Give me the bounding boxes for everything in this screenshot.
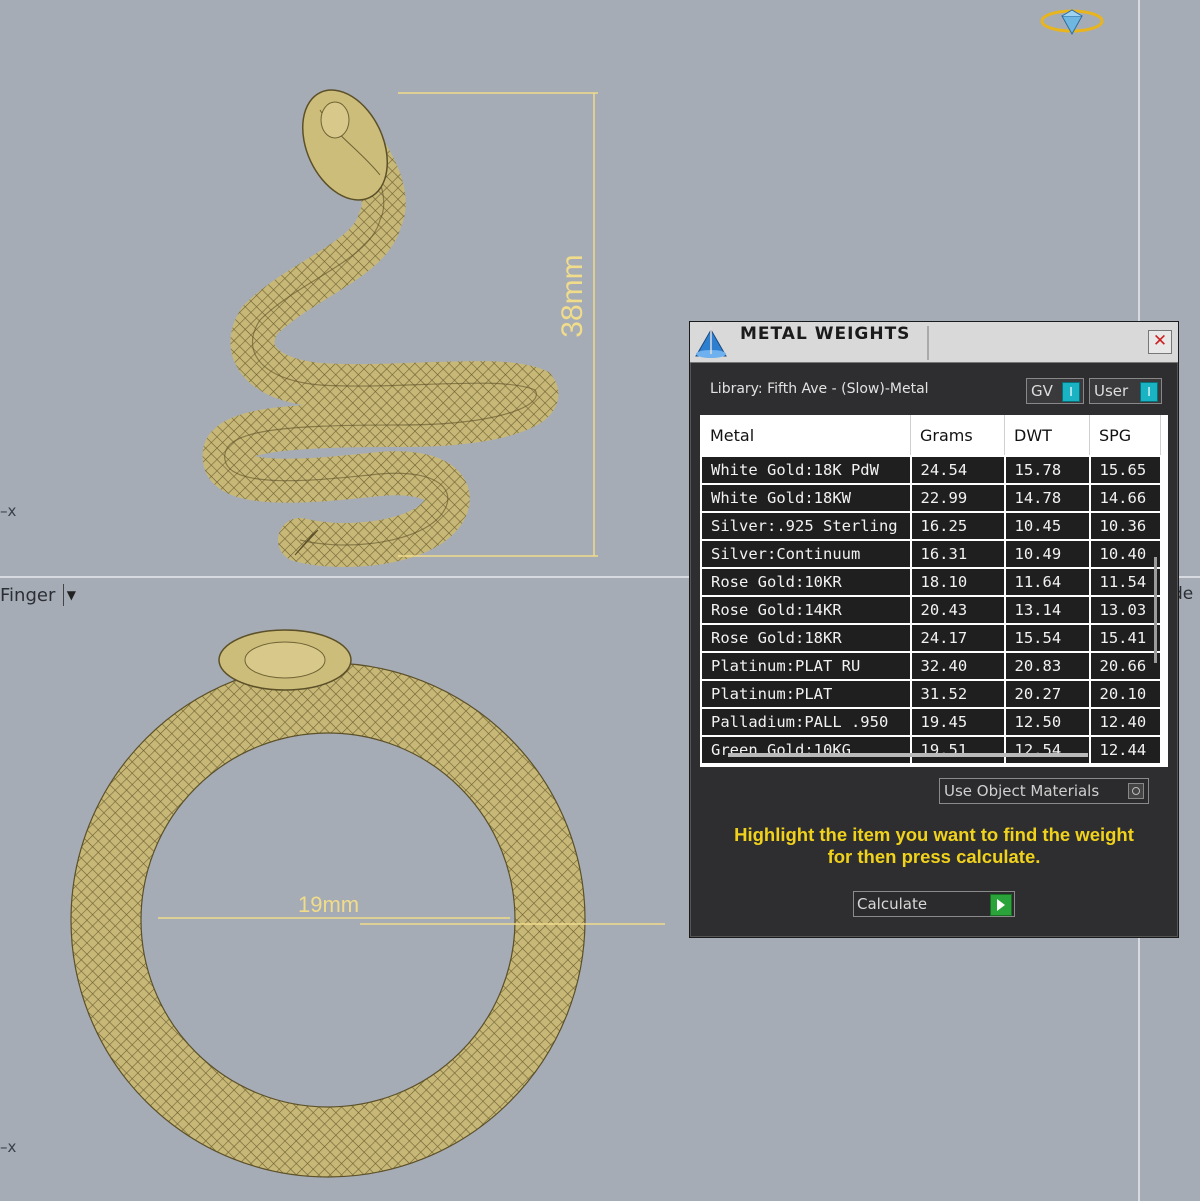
dwt-cell[interactable]: 12.50 bbox=[1003, 707, 1091, 737]
diameter-dimension-label: 19mm bbox=[298, 892, 360, 917]
metal-cell[interactable]: White Gold:18KW bbox=[700, 483, 912, 513]
title-separator bbox=[927, 326, 929, 360]
spg-cell[interactable]: 15.41 bbox=[1088, 623, 1162, 653]
horizontal-scrollbar[interactable] bbox=[728, 753, 1088, 757]
table-row[interactable]: Palladium:PALL .950 19.45 12.50 12.40 bbox=[700, 707, 1162, 737]
dwt-cell[interactable]: 15.78 bbox=[1003, 455, 1091, 485]
grams-cell[interactable]: 16.31 bbox=[909, 539, 1006, 569]
radio-icon[interactable] bbox=[1128, 783, 1144, 799]
spg-cell[interactable]: 20.66 bbox=[1088, 651, 1162, 681]
dwt-cell[interactable]: 11.64 bbox=[1003, 567, 1091, 597]
spg-cell[interactable]: 10.40 bbox=[1088, 539, 1162, 569]
calculate-label: Calculate bbox=[857, 895, 928, 913]
dwt-cell[interactable]: 15.54 bbox=[1003, 623, 1091, 653]
metal-cell[interactable]: Rose Gold:18KR bbox=[700, 623, 912, 653]
metal-weights-table[interactable]: Metal Grams DWT SPG White Gold:18K PdW 24… bbox=[700, 415, 1168, 767]
column-header-spg[interactable]: SPG bbox=[1089, 415, 1161, 456]
table-row[interactable]: Silver:.925 Sterling 16.25 10.45 10.36 bbox=[700, 511, 1162, 541]
grams-cell[interactable]: 18.10 bbox=[909, 567, 1006, 597]
dialog-title: METAL WEIGHTS bbox=[740, 324, 911, 344]
table-row[interactable]: Rose Gold:18KR 24.17 15.54 15.41 bbox=[700, 623, 1162, 653]
column-header-grams[interactable]: Grams bbox=[910, 415, 1005, 456]
spg-cell[interactable]: 20.10 bbox=[1088, 679, 1162, 709]
chevron-down-icon[interactable]: ▼ bbox=[63, 584, 78, 606]
dwt-cell[interactable]: 12.54 bbox=[1003, 735, 1091, 765]
metal-cell[interactable]: Green Gold:10KG bbox=[700, 735, 912, 765]
height-dimension-label: 38mm bbox=[556, 254, 589, 338]
metal-cell[interactable]: Silver:.925 Sterling bbox=[700, 511, 912, 541]
metal-cell[interactable]: Rose Gold:10KR bbox=[700, 567, 912, 597]
metal-cell[interactable]: Rose Gold:14KR bbox=[700, 595, 912, 625]
metal-cell[interactable]: Palladium:PALL .950 bbox=[700, 707, 912, 737]
spg-cell[interactable]: 14.66 bbox=[1088, 483, 1162, 513]
instruction-text: Highlight the item you want to find the … bbox=[710, 824, 1158, 868]
use-object-materials-label: Use Object Materials bbox=[944, 782, 1100, 800]
grams-cell[interactable]: 31.52 bbox=[909, 679, 1006, 709]
grams-cell[interactable]: 24.17 bbox=[909, 623, 1006, 653]
table-row[interactable]: Rose Gold:14KR 20.43 13.14 13.03 bbox=[700, 595, 1162, 625]
axis-indicator-bottom: –x bbox=[0, 1138, 17, 1156]
user-toggle-knob: I bbox=[1140, 382, 1158, 402]
axis-indicator-top: –x bbox=[0, 502, 17, 520]
user-toggle-label: User bbox=[1094, 382, 1129, 400]
dwt-cell[interactable]: 20.83 bbox=[1003, 651, 1091, 681]
grams-cell[interactable]: 19.45 bbox=[909, 707, 1006, 737]
instruction-line-2: for then press calculate. bbox=[827, 846, 1041, 867]
spg-cell[interactable]: 11.54 bbox=[1088, 567, 1162, 597]
calculate-button[interactable]: Calculate bbox=[853, 891, 1015, 917]
spg-cell[interactable]: 12.44 bbox=[1088, 735, 1162, 765]
column-header-metal[interactable]: Metal bbox=[701, 415, 911, 456]
grams-cell[interactable]: 24.54 bbox=[909, 455, 1006, 485]
table-row[interactable]: Platinum:PLAT RU 32.40 20.83 20.66 bbox=[700, 651, 1162, 681]
dwt-cell[interactable]: 20.27 bbox=[1003, 679, 1091, 709]
viewport-name: Finger bbox=[0, 584, 56, 606]
grams-cell[interactable]: 32.40 bbox=[909, 651, 1006, 681]
gv-toggle[interactable]: GV I bbox=[1026, 378, 1084, 404]
grams-cell[interactable]: 20.43 bbox=[909, 595, 1006, 625]
gv-toggle-label: GV bbox=[1031, 382, 1053, 400]
table-row[interactable]: Platinum:PLAT 31.52 20.27 20.10 bbox=[700, 679, 1162, 709]
column-header-dwt[interactable]: DWT bbox=[1004, 415, 1090, 456]
use-object-materials-option[interactable]: Use Object Materials bbox=[939, 778, 1149, 804]
grams-cell[interactable]: 16.25 bbox=[909, 511, 1006, 541]
metal-cell[interactable]: Platinum:PLAT bbox=[700, 679, 912, 709]
table-row[interactable]: White Gold:18K PdW 24.54 15.78 15.65 bbox=[700, 455, 1162, 485]
metal-weights-dialog[interactable]: METAL WEIGHTS ✕ Library: Fifth Ave - (Sl… bbox=[689, 321, 1179, 938]
gv-toggle-knob: I bbox=[1062, 382, 1080, 402]
metal-cell[interactable]: White Gold:18K PdW bbox=[700, 455, 912, 485]
user-toggle[interactable]: User I bbox=[1089, 378, 1162, 404]
metal-cell[interactable]: Platinum:PLAT RU bbox=[700, 651, 912, 681]
spg-cell[interactable]: 10.36 bbox=[1088, 511, 1162, 541]
spg-cell[interactable]: 13.03 bbox=[1088, 595, 1162, 625]
dwt-cell[interactable]: 10.45 bbox=[1003, 511, 1091, 541]
dwt-cell[interactable]: 13.14 bbox=[1003, 595, 1091, 625]
dwt-cell[interactable]: 10.49 bbox=[1003, 539, 1091, 569]
diamond-logo-icon[interactable] bbox=[1040, 6, 1104, 40]
instruction-line-1: Highlight the item you want to find the … bbox=[734, 824, 1134, 845]
scale-icon bbox=[695, 326, 727, 358]
library-label: Library: Fifth Ave - (Slow)-Metal bbox=[710, 381, 929, 397]
spg-cell[interactable]: 12.40 bbox=[1088, 707, 1162, 737]
grams-cell[interactable]: 22.99 bbox=[909, 483, 1006, 513]
close-button[interactable]: ✕ bbox=[1148, 330, 1172, 354]
metal-cell[interactable]: Silver:Continuum bbox=[700, 539, 912, 569]
play-arrow-icon[interactable] bbox=[990, 894, 1012, 916]
table-row[interactable]: Silver:Continuum 16.31 10.49 10.40 bbox=[700, 539, 1162, 569]
spg-cell[interactable]: 15.65 bbox=[1088, 455, 1162, 485]
viewport-name-dropdown[interactable]: Finger ▼ bbox=[0, 582, 78, 608]
snake-ring-front-view bbox=[70, 629, 665, 1178]
table-row[interactable]: White Gold:18KW 22.99 14.78 14.66 bbox=[700, 483, 1162, 513]
table-row[interactable]: Green Gold:10KG 19.51 12.54 12.44 bbox=[700, 735, 1162, 765]
table-row[interactable]: Rose Gold:10KR 18.10 11.64 11.54 bbox=[700, 567, 1162, 597]
dialog-titlebar[interactable]: METAL WEIGHTS ✕ bbox=[690, 322, 1178, 363]
vertical-scrollbar[interactable] bbox=[1154, 557, 1157, 663]
grams-cell[interactable]: 19.51 bbox=[909, 735, 1006, 765]
dwt-cell[interactable]: 14.78 bbox=[1003, 483, 1091, 513]
